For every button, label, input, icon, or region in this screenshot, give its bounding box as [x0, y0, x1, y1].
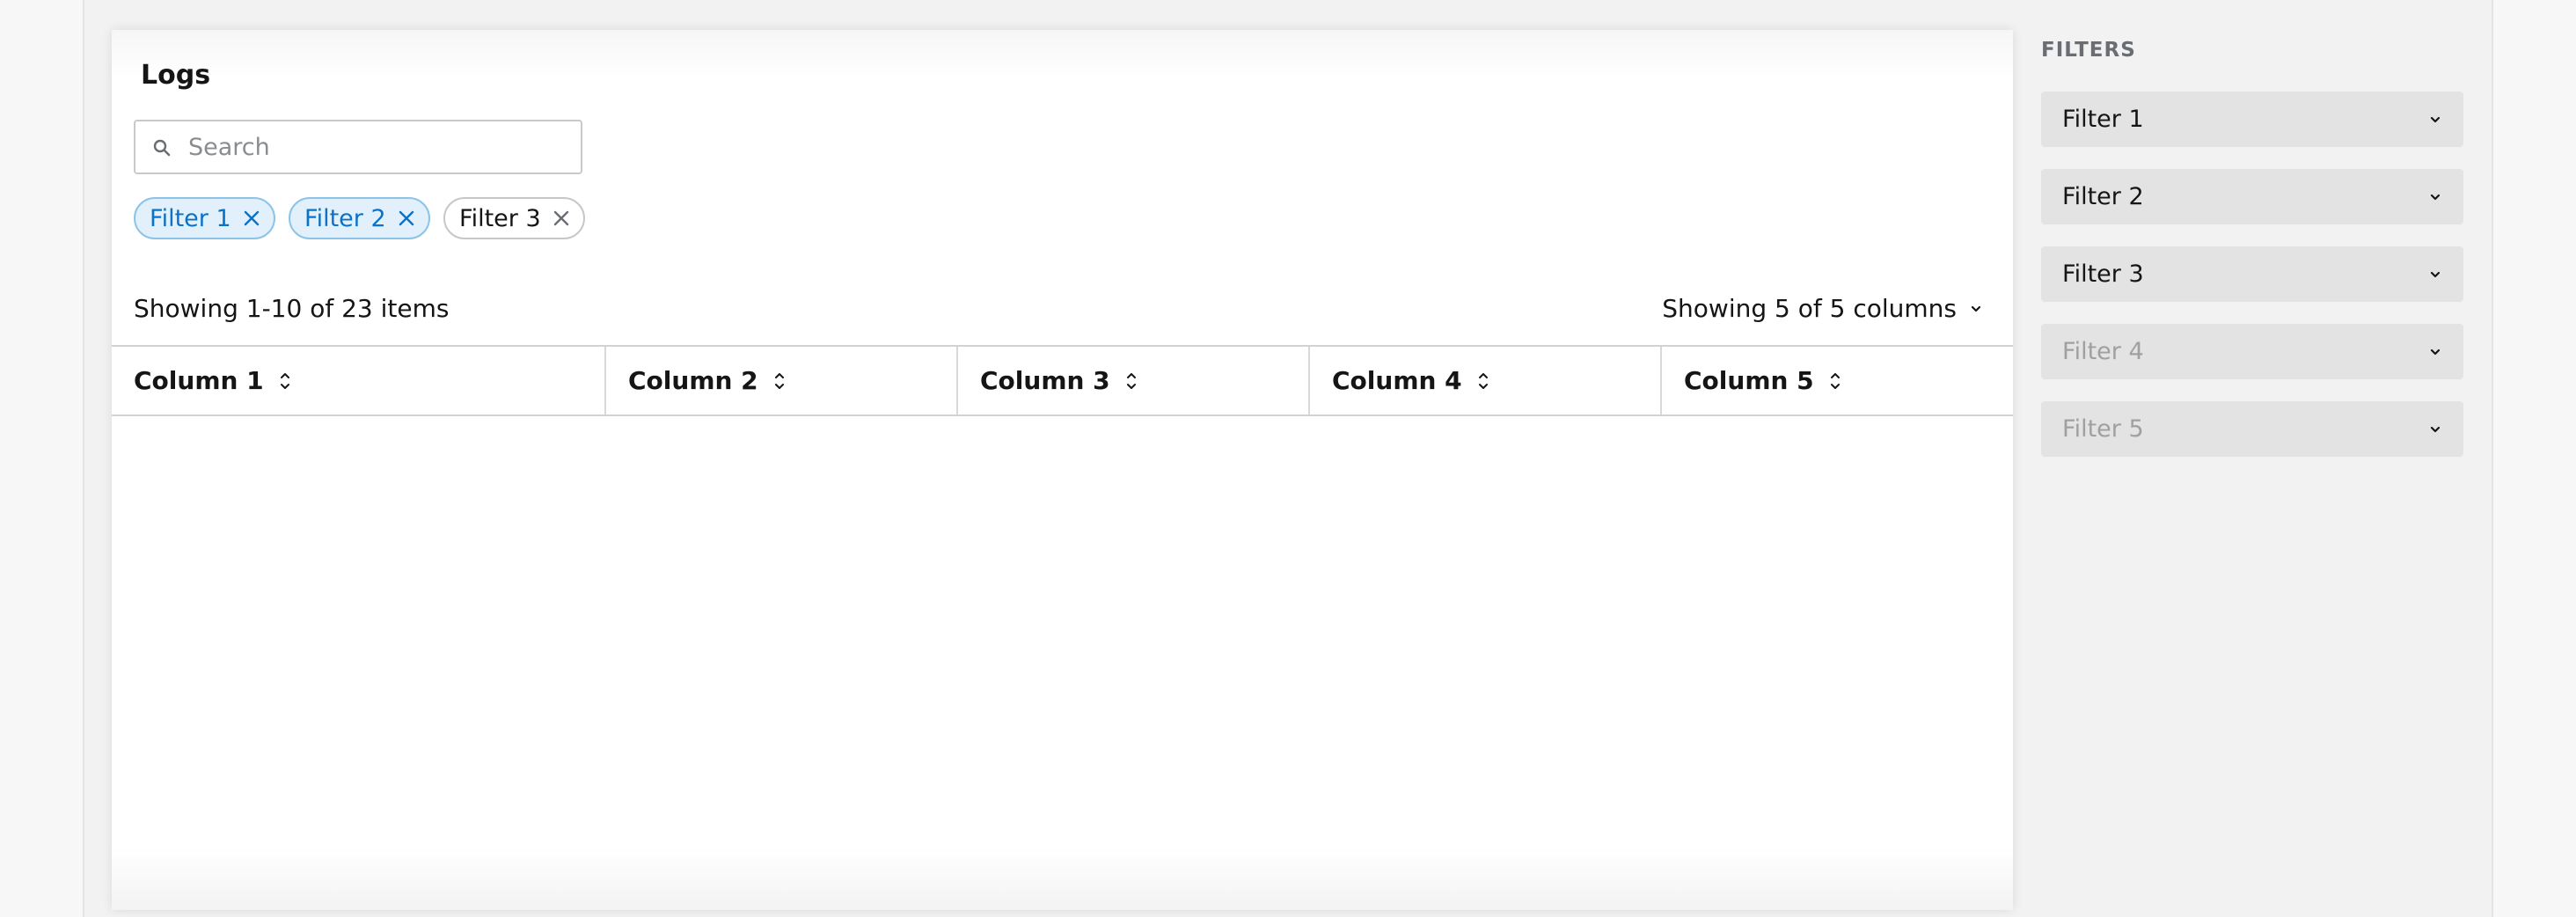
filter-select-label: Filter 2	[2062, 183, 2144, 210]
columns-toggle[interactable]: Showing 5 of 5 columns	[1662, 294, 1983, 323]
sort-icon[interactable]	[278, 370, 292, 392]
chevron-down-icon	[2430, 116, 2441, 122]
sort-icon[interactable]	[1476, 370, 1490, 392]
columns-toggle-label: Showing 5 of 5 columns	[1662, 294, 1957, 323]
page-title: Logs	[141, 60, 211, 91]
column-header-2[interactable]: Column 2	[606, 347, 958, 414]
search-icon	[153, 139, 171, 157]
chevron-down-icon	[2430, 426, 2441, 432]
filter-chip-3[interactable]: Filter 3	[443, 197, 585, 239]
filter-select-label: Filter 4	[2062, 338, 2144, 365]
filter-select-2[interactable]: Filter 2	[2041, 169, 2463, 224]
filter-select-label: Filter 3	[2062, 260, 2144, 288]
filter-select-4: Filter 4	[2041, 324, 2463, 379]
filter-select-5: Filter 5	[2041, 401, 2463, 457]
chip-label: Filter 1	[150, 204, 231, 232]
column-label: Column 4	[1332, 366, 1462, 395]
chevron-down-icon	[2430, 271, 2441, 277]
column-header-1[interactable]: Column 1	[112, 347, 606, 414]
column-label: Column 2	[628, 366, 758, 395]
column-label: Column 1	[134, 366, 264, 395]
search-input[interactable]	[188, 128, 567, 165]
filters-heading: FILTERS	[2041, 39, 2136, 62]
chevron-down-icon	[1971, 305, 1981, 312]
items-summary: Showing 1-10 of 23 items	[134, 294, 450, 323]
search-box[interactable]	[134, 120, 582, 174]
column-header-4[interactable]: Column 4	[1310, 347, 1662, 414]
table-header: Column 1 Column 2 Column 3 Column 4 Colu…	[112, 345, 2013, 416]
column-label: Column 5	[1684, 366, 1814, 395]
column-header-3[interactable]: Column 3	[958, 347, 1310, 414]
close-icon[interactable]	[552, 209, 571, 228]
filter-chip-2[interactable]: Filter 2	[289, 197, 430, 239]
logs-panel: Logs Filter 1 Filter 2 Filter 3 Showing …	[112, 30, 2013, 910]
chip-label: Filter 2	[304, 204, 386, 232]
chip-label: Filter 3	[459, 204, 541, 232]
filter-select-label: Filter 5	[2062, 415, 2144, 443]
filter-chip-1[interactable]: Filter 1	[134, 197, 275, 239]
chevron-down-icon	[2430, 348, 2441, 355]
column-label: Column 3	[980, 366, 1110, 395]
sort-icon[interactable]	[1828, 370, 1842, 392]
close-icon[interactable]	[242, 209, 261, 228]
filter-select-3[interactable]: Filter 3	[2041, 246, 2463, 302]
sort-icon[interactable]	[1124, 370, 1138, 392]
column-header-5[interactable]: Column 5	[1662, 347, 2013, 414]
chevron-down-icon	[2430, 194, 2441, 200]
sort-icon[interactable]	[772, 370, 787, 392]
filter-select-1[interactable]: Filter 1	[2041, 92, 2463, 147]
close-icon[interactable]	[397, 209, 416, 228]
filter-select-label: Filter 1	[2062, 106, 2144, 133]
